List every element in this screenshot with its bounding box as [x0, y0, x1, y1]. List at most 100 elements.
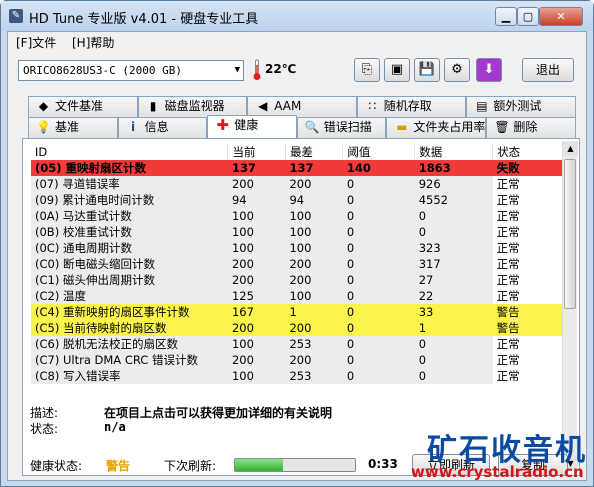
cell-worst: 100 [285, 288, 343, 304]
vertical-scrollbar[interactable]: ▲ ▼ [562, 141, 578, 471]
cell-id: (C1) 磁头伸出周期计数 [31, 272, 228, 288]
smart-table: ID 当前 最差 阈值 数据 状态 (05) 重映射扇区计数 137 137 140 1… [31, 144, 565, 384]
next-refresh-label: 下次刷新: [164, 459, 217, 473]
cell-id: (C7) Ultra DMA CRC 错误计数 [31, 352, 228, 368]
tab-health[interactable]: ✚ 健康 [207, 115, 297, 138]
scroll-thumb[interactable] [564, 159, 576, 309]
cell-threshold: 0 [342, 304, 415, 320]
col-threshold[interactable]: 阈值 [342, 144, 416, 160]
cell-threshold: 0 [342, 192, 415, 208]
table-row[interactable]: (C6) 脱机无法校正的扇区数 100 253 0 0 正常 [31, 336, 565, 352]
cell-threshold: 0 [342, 272, 415, 288]
cell-worst: 200 [285, 176, 343, 192]
cell-status: 警告 [492, 304, 565, 320]
tab-random-access[interactable]: ∷ 随机存取 [356, 96, 467, 117]
tab-aam[interactable]: ◀ AAM [247, 96, 357, 117]
tabs-top-row: ◆ 文件基准 ▮ 磁盘监视器 ◀ AAM ∷ 随机存取 ▤ 额外测试 [28, 96, 576, 117]
table-row[interactable]: (C4) 重新映射的扇区事件计数 167 1 0 33 警告 [31, 304, 565, 320]
tab-benchmark[interactable]: 💡 基准 [28, 117, 118, 138]
speaker-icon: ◀ [258, 99, 268, 113]
title-bar: ✎ HD Tune 专业版 v4.01 - 硬盘专业工具 ▁ ▢ ✕ [1, 1, 593, 31]
table-row[interactable]: (0C) 通电周期计数 100 100 0 323 正常 [31, 240, 565, 256]
status-label: 状态: [30, 422, 59, 436]
table-row[interactable]: (0B) 校准重试计数 100 100 0 0 正常 [31, 224, 565, 240]
tab-erase[interactable]: 🗑 删除 [486, 117, 576, 138]
cell-threshold: 0 [342, 288, 415, 304]
description-label: 描述: [30, 406, 59, 420]
cell-current: 100 [227, 368, 286, 384]
cell-worst: 100 [285, 240, 343, 256]
scatter-icon: ∷ [368, 99, 377, 113]
tab-error-scan[interactable]: 🔍 错误扫描 [296, 117, 387, 138]
cell-data: 27 [414, 272, 493, 288]
menu-help[interactable]: [H]帮助 [72, 34, 114, 51]
cell-data: 323 [414, 240, 493, 256]
menu-file[interactable]: [F]文件 [16, 34, 56, 51]
cell-current: 137 [227, 160, 286, 176]
tab-file-benchmark[interactable]: ◆ 文件基准 [28, 96, 138, 117]
table-row[interactable]: (0A) 马达重试计数 100 100 0 0 正常 [31, 208, 565, 224]
cell-current: 100 [227, 208, 286, 224]
chevron-down-icon: ▼ [234, 65, 240, 75]
table-row[interactable]: (C7) Ultra DMA CRC 错误计数 200 200 0 0 正常 [31, 352, 565, 368]
cell-worst: 253 [285, 368, 343, 384]
tabs-bottom-row: 💡 基准 i 信息 ✚ 健康 🔍 错误扫描 ▬ 文件夹占用率 🗑 删除 [28, 115, 576, 138]
cell-worst: 200 [285, 320, 343, 336]
col-id[interactable]: ID [31, 144, 229, 160]
table-row[interactable]: (09) 累计通电时间计数 94 94 0 4552 正常 [31, 192, 565, 208]
table-row[interactable]: (05) 重映射扇区计数 137 137 140 1863 失败 [31, 160, 565, 176]
tab-disk-monitor[interactable]: ▮ 磁盘监视器 [137, 96, 248, 117]
drive-select[interactable]: ORICO8628US3-C (2000 GB) ▼ [18, 60, 244, 81]
cell-threshold: 0 [342, 256, 415, 272]
col-current[interactable]: 当前 [227, 144, 286, 160]
col-worst[interactable]: 最差 [285, 144, 344, 160]
cell-current: 200 [227, 352, 286, 368]
maximize-button[interactable]: ▢ [517, 7, 539, 26]
cell-status: 正常 [496, 225, 520, 239]
cell-data: 317 [414, 256, 493, 272]
cell-id: (09) 累计通电时间计数 [31, 192, 228, 208]
cell-data: 926 [414, 176, 493, 192]
smart-header-row: ID 当前 最差 阈值 数据 状态 [31, 144, 565, 160]
tab-info[interactable]: i 信息 [117, 117, 208, 138]
table-row[interactable]: (C1) 磁头伸出周期计数 200 200 0 27 正常 [31, 272, 565, 288]
copy-screenshot-icon[interactable]: ▣ [384, 58, 410, 82]
folder-icon: ▬ [396, 120, 408, 134]
cell-status: 正常 [496, 209, 520, 223]
table-row[interactable]: (C0) 断电磁头缩回计数 200 200 0 317 正常 [31, 256, 565, 272]
col-data[interactable]: 数据 [414, 144, 494, 160]
exit-button[interactable]: 退出 [522, 58, 574, 82]
toolbar: ORICO8628US3-C (2000 GB) ▼ 22℃ ⎘ ▣ 💾 ⚙ ⬇… [8, 54, 586, 88]
cell-threshold: 0 [342, 320, 415, 336]
save-icon[interactable]: 💾 [414, 58, 440, 82]
options-icon[interactable]: ⚙ [444, 58, 470, 82]
extra-tests-icon: ▤ [476, 99, 488, 113]
cell-worst: 94 [285, 192, 343, 208]
cell-current: 100 [227, 240, 286, 256]
drive-select-value: ORICO8628US3-C (2000 GB) [23, 64, 182, 77]
cell-status: 正常 [496, 193, 520, 207]
tab-extra-tests[interactable]: ▤ 额外测试 [466, 96, 576, 117]
tab-folder-usage[interactable]: ▬ 文件夹占用率 [386, 117, 487, 138]
minimize-button[interactable]: ▁ [495, 7, 517, 26]
col-status[interactable]: 状态 [492, 144, 565, 160]
cell-id: (C6) 脱机无法校正的扇区数 [31, 336, 228, 352]
cell-worst: 200 [285, 256, 343, 272]
cell-current: 200 [227, 176, 286, 192]
cell-status: 警告 [492, 320, 565, 336]
cell-status: 正常 [496, 289, 520, 303]
table-row[interactable]: (C5) 当前待映射的扇区数 200 200 0 1 警告 [31, 320, 565, 336]
table-row[interactable]: (07) 寻道错误率 200 200 0 926 正常 [31, 176, 565, 192]
copy-info-icon[interactable]: ⎘ [354, 58, 380, 82]
cell-data: 0 [414, 368, 493, 384]
refresh-progress-bar [234, 458, 356, 472]
cell-current: 167 [227, 304, 286, 320]
cell-status: 正常 [496, 241, 520, 255]
health-status-label: 健康状态: [30, 459, 83, 473]
table-row[interactable]: (C8) 写入错误率 100 253 0 0 正常 [31, 368, 565, 384]
close-button[interactable]: ✕ [539, 7, 583, 26]
table-row[interactable]: (C2) 温度 125 100 0 22 正常 [31, 288, 565, 304]
download-icon[interactable]: ⬇ [476, 58, 502, 82]
cell-status: 正常 [496, 353, 520, 367]
scroll-up-icon[interactable]: ▲ [563, 141, 578, 156]
